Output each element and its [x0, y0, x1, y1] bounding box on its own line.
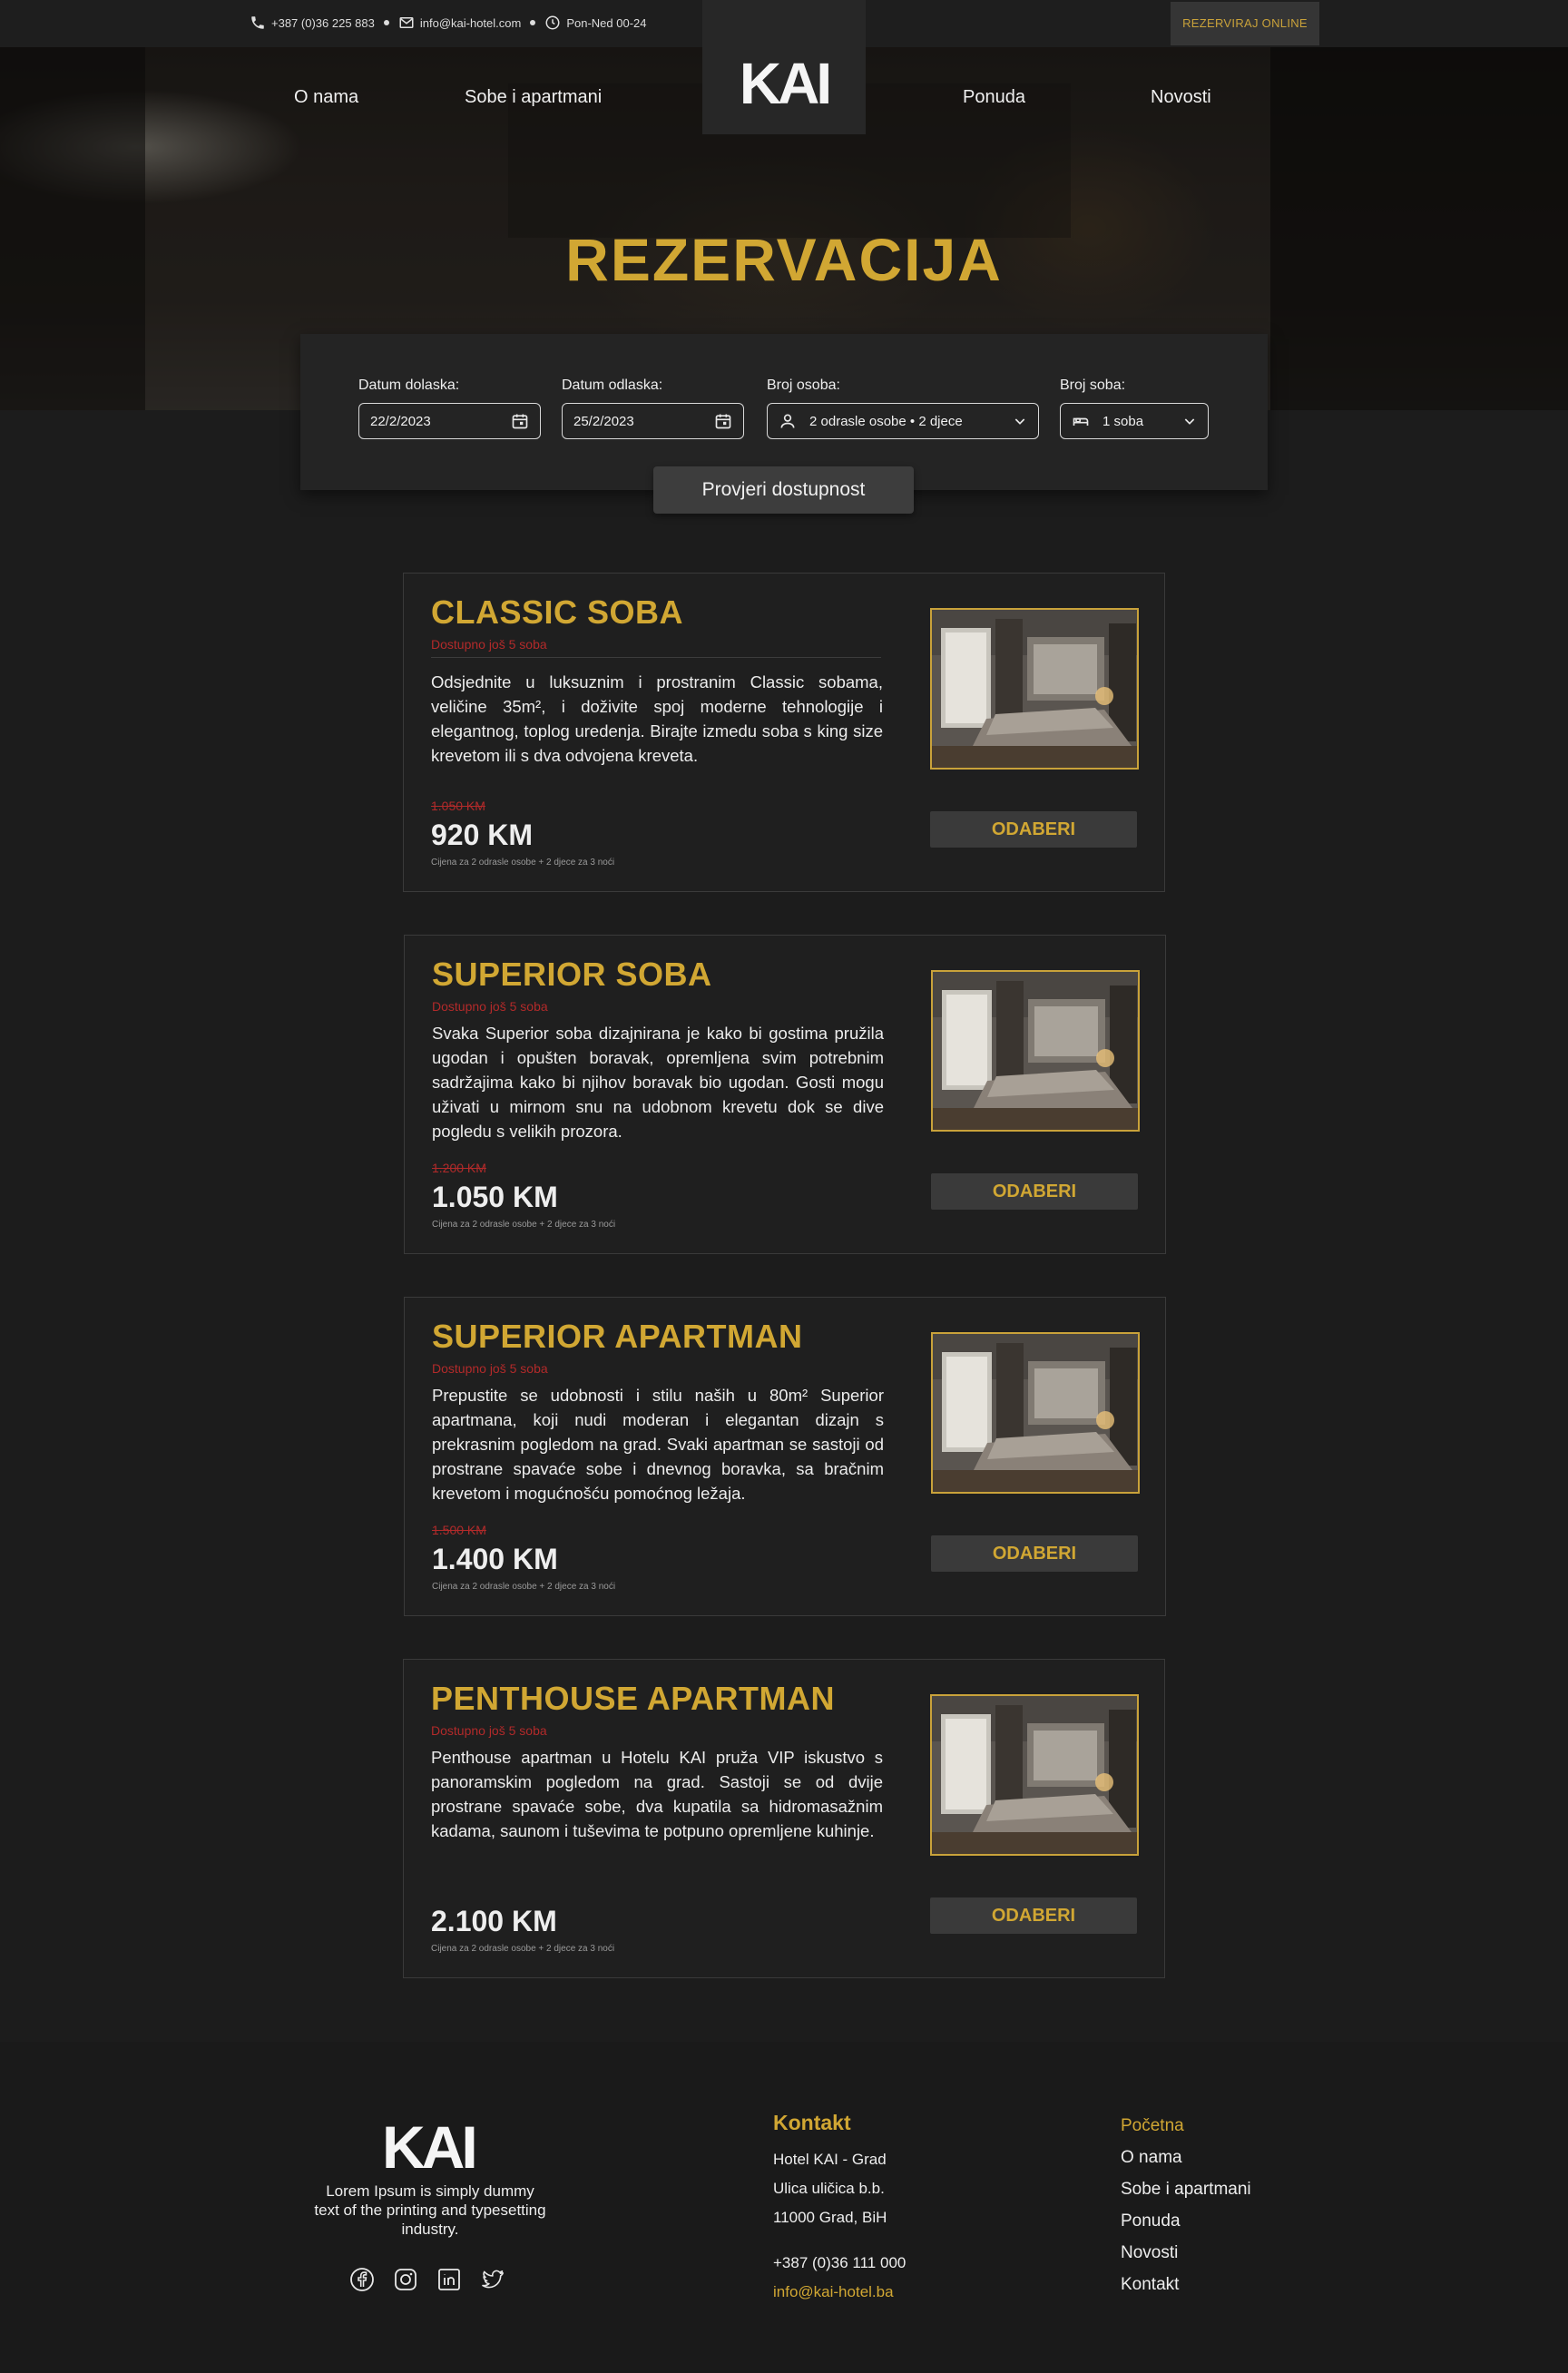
- room-title: CLASSIC SOBA: [431, 593, 684, 631]
- guests-select[interactable]: 2 odrasle osobe • 2 djece: [767, 403, 1039, 439]
- instagram-icon[interactable]: [393, 2267, 418, 2292]
- room-price: 2.100 KM: [431, 1905, 557, 1937]
- room-price-note: Cijena za 2 odrasle osobe + 2 djece za 3…: [432, 1220, 616, 1230]
- room-availability: Dostupno još 5 soba: [432, 1361, 548, 1376]
- calendar-icon: [512, 414, 528, 429]
- logo-text: KAI: [739, 51, 832, 116]
- linkedin-icon[interactable]: [436, 2267, 462, 2292]
- email-text[interactable]: info@kai-hotel.com: [420, 16, 521, 30]
- arrival-date-value: 22/2/2023: [370, 413, 431, 429]
- guests-value: 2 odrasle osobe • 2 djece: [809, 413, 963, 429]
- choose-room-button[interactable]: ODABERI: [931, 1173, 1138, 1210]
- room-price: 1.400 KM: [432, 1543, 558, 1575]
- choose-room-button[interactable]: ODABERI: [930, 811, 1137, 848]
- chevron-down-icon: [1184, 418, 1195, 425]
- choose-room-button[interactable]: ODABERI: [931, 1535, 1138, 1572]
- footer-address-line: Ulica uličica b.b.: [773, 2180, 885, 2197]
- footer: KAI Lorem Ipsum is simply dummy text of …: [0, 2042, 1568, 2373]
- logo[interactable]: KAI: [702, 0, 866, 134]
- departure-date-field[interactable]: 25/2/2023: [562, 403, 744, 439]
- social-links: [349, 2267, 505, 2292]
- footer-phone[interactable]: +387 (0)36 111 000: [773, 2254, 906, 2272]
- twitter-icon[interactable]: [480, 2267, 505, 2292]
- phone-text[interactable]: +387 (0)36 225 883: [271, 16, 375, 30]
- departure-date-value: 25/2/2023: [573, 413, 634, 429]
- room-description: Prepustite se udobnosti i stilu naših u …: [432, 1386, 884, 1503]
- room-title: PENTHOUSE APARTMAN: [431, 1680, 836, 1717]
- footer-link-offer[interactable]: Ponuda: [1121, 2211, 1181, 2231]
- rooms-value: 1 soba: [1102, 413, 1144, 429]
- room-title: SUPERIOR APARTMAN: [432, 1318, 803, 1355]
- room-card: SUPERIOR SOBA Dostupno još 5 soba Svaka …: [404, 935, 1166, 1254]
- footer-link-about[interactable]: O nama: [1121, 2148, 1182, 2168]
- nav-news[interactable]: Novosti: [1151, 87, 1211, 108]
- clock-icon: [545, 15, 560, 30]
- room-description: Penthouse apartman u Hotelu KAI pruža VI…: [431, 1748, 883, 1840]
- room-photo[interactable]: [930, 608, 1139, 770]
- choose-room-button[interactable]: ODABERI: [930, 1897, 1137, 1934]
- room-card: CLASSIC SOBA Dostupno još 5 soba Odsjedn…: [403, 573, 1165, 892]
- room-price: 1.050 KM: [432, 1181, 558, 1213]
- footer-email[interactable]: info@kai-hotel.ba: [773, 2283, 894, 2301]
- separator-dot: [383, 20, 389, 25]
- room-card: SUPERIOR APARTMAN Dostupno još 5 soba Pr…: [404, 1297, 1166, 1616]
- footer-logo[interactable]: KAI: [382, 2113, 478, 2182]
- facebook-icon[interactable]: [349, 2267, 375, 2292]
- room-card: PENTHOUSE APARTMAN Dostupno još 5 soba P…: [403, 1659, 1165, 1978]
- calendar-icon: [715, 414, 731, 429]
- room-availability: Dostupno još 5 soba: [431, 1723, 547, 1738]
- room-availability: Dostupno još 5 soba: [431, 637, 547, 652]
- footer-contact-title: Kontakt: [773, 2111, 851, 2134]
- arrival-label: Datum dolaska:: [358, 378, 460, 393]
- rooms-select[interactable]: 1 soba: [1060, 403, 1209, 439]
- hours-text: Pon-Ned 00-24: [566, 15, 647, 30]
- check-availability-button[interactable]: Provjeri dostupnost: [653, 466, 914, 514]
- room-photo[interactable]: [930, 1694, 1139, 1856]
- room-price-note: Cijena za 2 odrasle osobe + 2 djece za 3…: [431, 858, 615, 868]
- chevron-down-icon: [1014, 418, 1025, 425]
- room-description: Svaka Superior soba dizajnirana je kako …: [432, 1024, 884, 1141]
- room-photo[interactable]: [931, 1332, 1140, 1494]
- room-old-price: 1.500 KM: [432, 1523, 486, 1537]
- arrival-date-field[interactable]: 22/2/2023: [358, 403, 541, 439]
- divider: [431, 657, 881, 658]
- nav-rooms[interactable]: Sobe i apartmani: [465, 87, 602, 108]
- footer-address-line: Hotel KAI - Grad: [773, 2151, 887, 2168]
- room-price-note: Cijena za 2 odrasle osobe + 2 djece za 3…: [431, 1944, 615, 1954]
- departure-label: Datum odlaska:: [562, 378, 663, 393]
- phone-icon: [251, 16, 264, 29]
- room-availability: Dostupno još 5 soba: [432, 999, 548, 1014]
- footer-tagline: Lorem Ipsum is simply dummy text of the …: [314, 2182, 546, 2238]
- footer-link-rooms[interactable]: Sobe i apartmani: [1121, 2180, 1251, 2200]
- nav-offer[interactable]: Ponuda: [963, 87, 1025, 108]
- room-price: 920 KM: [431, 819, 534, 851]
- room-price-note: Cijena za 2 odrasle osobe + 2 djece za 3…: [432, 1582, 616, 1592]
- room-old-price: 1.050 KM: [431, 799, 485, 813]
- footer-link-news[interactable]: Novosti: [1121, 2243, 1178, 2263]
- guests-label: Broj osoba:: [767, 378, 840, 393]
- book-online-button[interactable]: REZERVIRAJ ONLINE: [1171, 2, 1319, 45]
- room-photo[interactable]: [931, 970, 1140, 1132]
- room-old-price: 1.200 KM: [432, 1161, 486, 1175]
- footer-address-line: 11000 Grad, BiH: [773, 2209, 887, 2226]
- mail-icon: [399, 17, 414, 28]
- nav-about[interactable]: O nama: [294, 87, 358, 108]
- contact-info: +387 (0)36 225 883 info@kai-hotel.com Po…: [250, 15, 647, 31]
- bed-icon: [1073, 417, 1089, 426]
- footer-link-contact[interactable]: Kontakt: [1121, 2275, 1179, 2295]
- separator-dot: [530, 20, 536, 25]
- rooms-label: Broj soba:: [1060, 378, 1126, 393]
- footer-link-home[interactable]: Početna: [1121, 2116, 1184, 2136]
- room-title: SUPERIOR SOBA: [432, 956, 712, 993]
- room-description: Odsjednite u luksuznim i prostranim Clas…: [431, 672, 883, 765]
- person-icon: [780, 414, 795, 428]
- page-title: REZERVACIJA: [565, 226, 1003, 293]
